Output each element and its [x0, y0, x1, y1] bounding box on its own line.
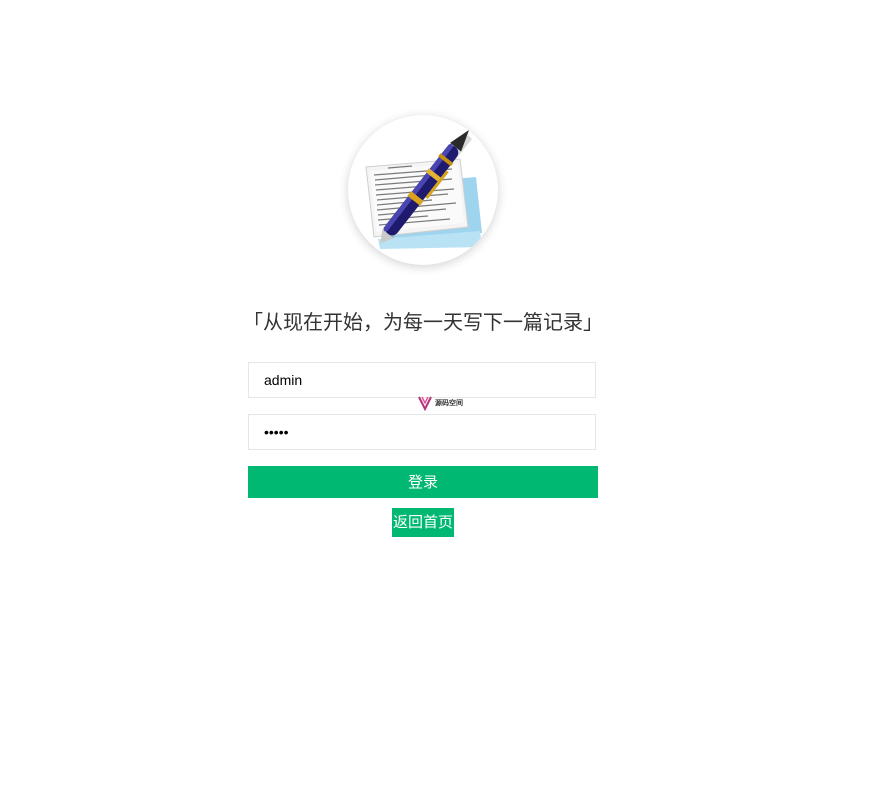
username-input[interactable]	[249, 363, 595, 397]
app-logo	[348, 115, 498, 265]
watermark-text: 源码空间	[435, 398, 463, 407]
username-field[interactable]	[248, 362, 596, 398]
y-logo-icon	[418, 396, 432, 412]
password-field[interactable]	[248, 414, 596, 450]
password-input[interactable]	[249, 415, 595, 449]
watermark: 源码空间	[418, 395, 468, 412]
slogan-text: 「从现在开始，为每一天写下一篇记录」	[243, 310, 603, 334]
back-home-button[interactable]: 返回首页	[392, 508, 454, 537]
login-button[interactable]: 登录	[248, 466, 598, 498]
login-page: 「从现在开始，为每一天写下一篇记录」 源码空间 登录 返回首页	[0, 0, 886, 805]
document-pen-icon	[365, 129, 482, 249]
